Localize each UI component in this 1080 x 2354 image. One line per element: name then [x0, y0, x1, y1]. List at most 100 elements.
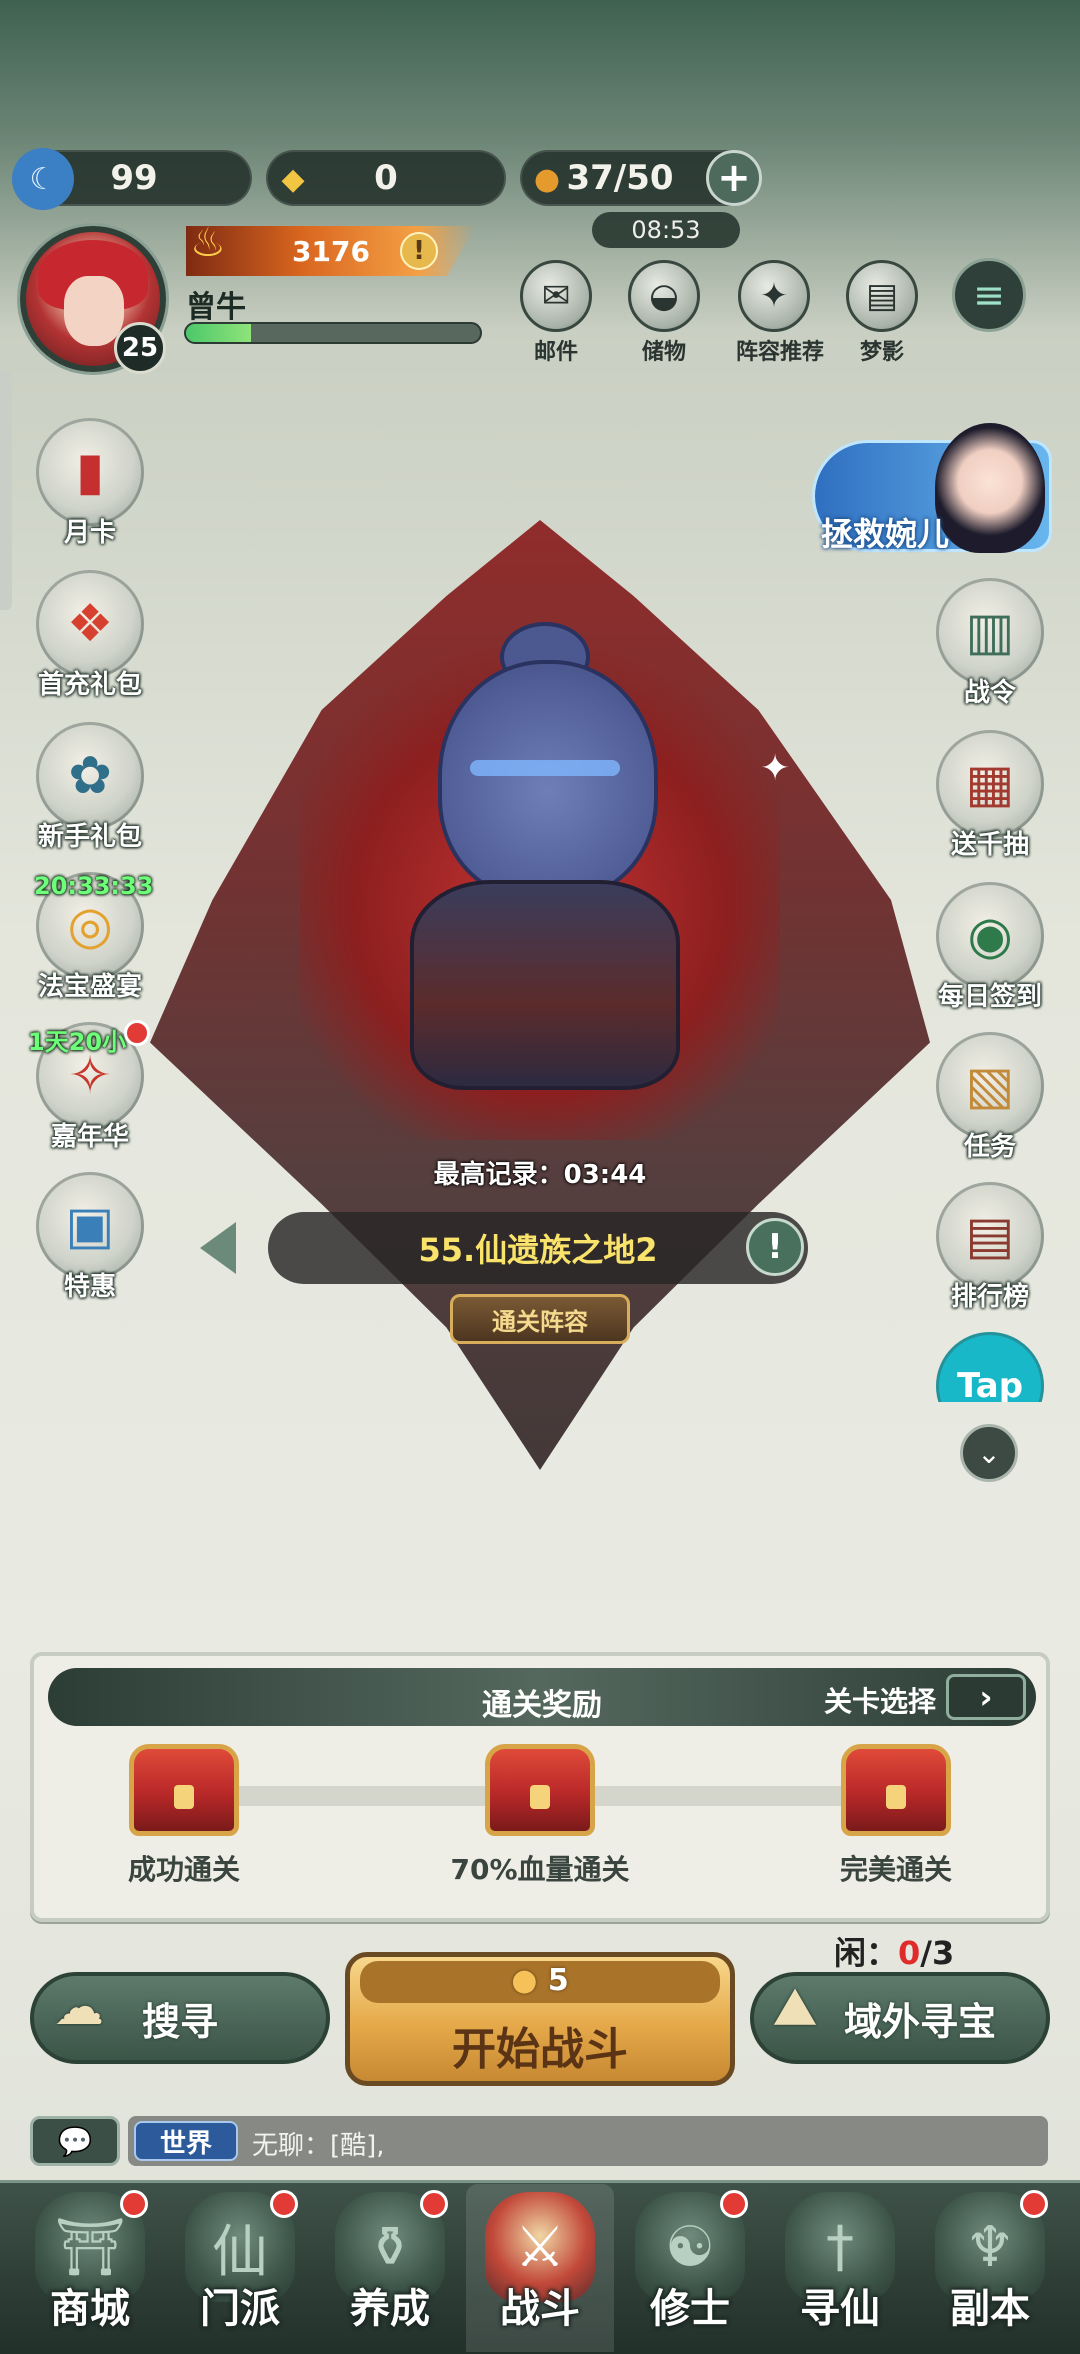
month-card-icon: ▮ [36, 418, 144, 526]
start-battle-button[interactable]: ● 5 开始战斗 [345, 1952, 735, 2086]
battle-pass-button[interactable]: ▥ 战令 [924, 578, 1056, 709]
month-card-button[interactable]: ▮ 月卡 [24, 418, 156, 549]
thousand-draw-button[interactable]: ▦ 送千抽 [924, 730, 1056, 861]
rewards-header: 通关奖励 关卡选择 › [48, 1668, 1036, 1726]
mountain-icon: ⛰ [774, 1978, 816, 2036]
clear-lineup-button[interactable]: 通关阵容 [450, 1294, 630, 1344]
sparkle-icon: ✦ [760, 748, 791, 789]
player-name: 曾牛 [186, 290, 246, 325]
currency-moon-token-value: 99 [110, 158, 158, 198]
hamburger-icon: ≡ [973, 273, 1005, 317]
mail-icon: ✉ [520, 260, 592, 332]
ticket-icon: ◆ [281, 161, 305, 197]
nav-cultivators-notification-dot [720, 2190, 748, 2218]
gourd-icon: ● [533, 161, 561, 197]
dream-shadow-button[interactable]: ▤ 梦影 [844, 260, 920, 366]
nav-shop-label: 商城 [50, 2286, 130, 2332]
outer-treasure-label: 域外寻宝 [843, 1999, 996, 2044]
start-battle-label: 开始战斗 [452, 2024, 628, 2075]
hero-body [410, 880, 680, 1090]
nav-shop-notification-dot [120, 2190, 148, 2218]
power-alert-icon[interactable]: ! [400, 232, 438, 270]
reward-chest-clear[interactable]: 成功通关 [84, 1744, 284, 1888]
chat-bubble-icon[interactable]: 💬 [30, 2116, 120, 2166]
add-energy-button[interactable]: + [706, 150, 762, 206]
currency-moon-token[interactable]: ☾ 99 [12, 148, 252, 210]
rescue-event-label: 拯救婉儿 [821, 515, 950, 553]
nav-dungeon-label: 副本 [950, 2286, 1030, 2332]
reward-chest-70hp[interactable]: 70%血量通关 [440, 1744, 640, 1888]
quest-icon: ▧ [936, 1032, 1044, 1140]
first-recharge-pack-label: 首充礼包 [37, 670, 142, 700]
treasure-feast-label: 法宝盛宴 [37, 972, 142, 1002]
nav-seek-immortal[interactable]: † 寻仙 [770, 2186, 910, 2346]
month-card-label: 月卡 [63, 518, 116, 548]
gourd-icon: ● [511, 1963, 538, 1998]
first-recharge-pack-button[interactable]: ❖ 首充礼包 [24, 570, 156, 701]
nav-battle-label: 战斗 [500, 2286, 580, 2332]
exp-bar-fill [186, 324, 251, 342]
hero-tattoo-glow [470, 760, 620, 776]
ranking-icon: ▤ [936, 1182, 1044, 1290]
storage-button[interactable]: ◒ 储物 [626, 260, 702, 366]
mail-button[interactable]: ✉ 邮件 [518, 260, 594, 366]
reward-chest-label: 完美通关 [839, 1853, 952, 1886]
nav-cultivate-notification-dot [420, 2190, 448, 2218]
storage-label: 储物 [641, 340, 686, 365]
hero-character[interactable] [438, 660, 658, 900]
chevron-down-icon[interactable]: ⌄ [960, 1424, 1018, 1482]
chat-bar[interactable]: 世界 无聊：[酷], [128, 2116, 1048, 2166]
best-record: 最高记录：03:44 [433, 1160, 647, 1190]
chat-message: 无聊：[酷], [252, 2131, 385, 2161]
lineup-recommend-button[interactable]: ✦ 阵容推荐 [736, 260, 824, 366]
stage-info-icon[interactable]: ! [746, 1218, 804, 1276]
treasure-chest-icon [841, 1744, 951, 1836]
treasure-feast-timer: 20:33:33 [34, 872, 154, 900]
player-level-badge: 25 [114, 322, 166, 374]
taptap-button[interactable]: Tap [924, 1332, 1056, 1402]
bag-icon: ◒ [628, 260, 700, 332]
newbie-pack-button[interactable]: ✿ 新手礼包 [24, 722, 156, 853]
thousand-draw-label: 送千抽 [950, 830, 1029, 860]
idle-current: 0 [898, 1934, 921, 1972]
rescue-event-banner[interactable]: 拯救婉儿 [812, 423, 1052, 553]
nav-seek-immortal-label: 寻仙 [800, 2286, 880, 2332]
ranking-button[interactable]: ▤ 排行榜 [924, 1182, 1056, 1313]
special-offer-label: 特惠 [63, 1272, 116, 1302]
dream-shadow-label: 梦影 [859, 340, 904, 365]
nav-sect-label: 门派 [200, 2286, 280, 2332]
moon-token-icon: ☾ [12, 148, 74, 210]
outer-treasure-button[interactable]: ⛰ 域外寻宝 [750, 1972, 1050, 2064]
nav-battle[interactable]: ⚔ 战斗 [470, 2186, 610, 2346]
reward-chest-perfect[interactable]: 完美通关 [796, 1744, 996, 1888]
character-portrait [935, 423, 1045, 553]
special-offer-button[interactable]: ▣ 特惠 [24, 1172, 156, 1303]
daily-signin-button[interactable]: ◉ 每日签到 [924, 882, 1056, 1013]
newbie-pack-label: 新手礼包 [37, 822, 142, 852]
battle-cost: ● 5 [350, 1963, 730, 1998]
chevron-right-icon: › [979, 1678, 993, 1716]
currency-ticket[interactable]: ◆ 0 [266, 150, 506, 206]
idle-label: 闲： [834, 1934, 899, 1972]
previous-stage-arrow-icon[interactable] [200, 1222, 236, 1274]
energy-timer: 08:53 [592, 212, 740, 248]
stage-select-button[interactable]: › [946, 1674, 1026, 1720]
stage-name-bar: 55.仙遗族之地2 [268, 1212, 808, 1284]
quest-button[interactable]: ▧ 任务 [924, 1032, 1056, 1163]
flame-icon: ♨ [190, 220, 226, 266]
stage-select-label[interactable]: 关卡选择 [824, 1680, 936, 1720]
clear-rewards-panel: 通关奖励 关卡选择 › 成功通关 70%血量通关 完美通关 [30, 1652, 1050, 1922]
carnival-timer: 1天20小 [28, 1028, 127, 1056]
daily-signin-icon: ◉ [936, 882, 1044, 990]
chat-channel-badge[interactable]: 世界 [134, 2121, 238, 2161]
newbie-pack-icon: ✿ [36, 722, 144, 830]
sparkle-icon: ✦ [738, 260, 810, 332]
idle-count: 闲：0/3 [834, 1928, 954, 1974]
taptap-icon: Tap [936, 1332, 1044, 1402]
menu-button[interactable]: ≡ [952, 258, 1026, 332]
left-edge-handle [0, 370, 12, 610]
currency-ticket-value: 0 [374, 158, 398, 198]
battle-cost-value: 5 [547, 1963, 569, 1998]
search-button[interactable]: ☁ 搜寻 [30, 1972, 330, 2064]
exp-bar [184, 322, 482, 344]
